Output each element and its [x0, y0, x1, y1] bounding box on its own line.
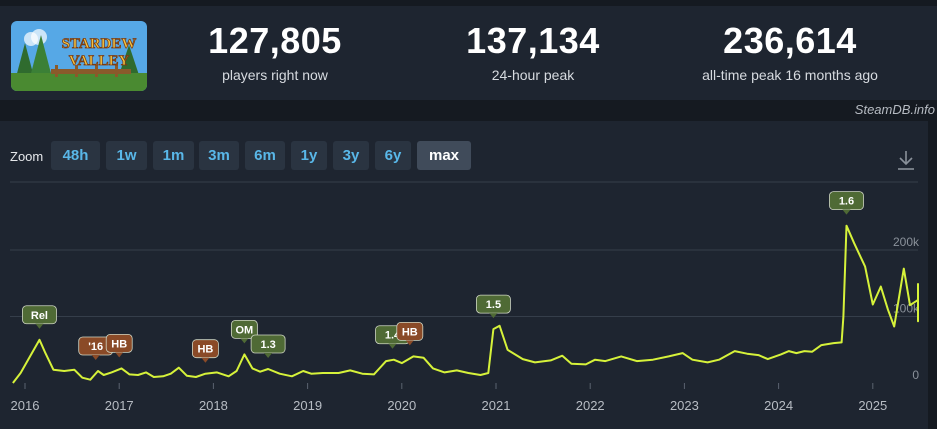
- annotation-label: 1.5: [486, 299, 501, 311]
- steamdb-credit[interactable]: SteamDB.info: [855, 102, 935, 117]
- x-tick-label: 2016: [11, 398, 40, 413]
- players-now-label: players right now: [222, 67, 328, 83]
- x-tick-label: 2021: [482, 398, 511, 413]
- x-tick-label: 2017: [105, 398, 134, 413]
- x-tick-label: 2022: [576, 398, 605, 413]
- x-tick-label: 2018: [199, 398, 228, 413]
- x-tick-label: 2023: [670, 398, 699, 413]
- day-peak-label: 24-hour peak: [491, 67, 575, 83]
- annotation-label: 1.3: [260, 339, 275, 351]
- annotation-pointer: [91, 355, 100, 361]
- annotation-pointer: [35, 323, 44, 329]
- annotation-pointer: [201, 357, 210, 363]
- game-logo[interactable]: STARDEW VALLEY: [11, 21, 147, 91]
- players-now-stat: 127,805 players right now: [160, 6, 390, 100]
- player-count-chart: 0100k200k2016 2017 2018 2019 2020 2021 2022 202…: [10, 181, 920, 413]
- svg-text:STARDEW: STARDEW: [62, 36, 137, 52]
- x-tick-label: 2020: [387, 398, 416, 413]
- annotation-pointer: [115, 352, 124, 358]
- x-tick-label: 2025: [858, 398, 887, 413]
- annotation-label: HB: [111, 338, 127, 350]
- day-peak-value: 137,134: [466, 20, 600, 61]
- all-time-peak-stat: 236,614 all-time peak 16 months ago: [670, 6, 910, 100]
- y-tick-label: 0: [912, 368, 919, 382]
- day-peak-stat: 137,134 24-hour peak: [418, 6, 648, 100]
- stats-bar: STARDEW VALLEY 127,805 players right now…: [0, 6, 937, 100]
- x-tick-label: 2019: [293, 398, 322, 413]
- y-tick-label: 200k: [893, 235, 920, 249]
- annotation-label: Rel: [31, 310, 48, 322]
- annotation-pointer: [388, 343, 397, 349]
- annotation-label: 1.6: [839, 196, 854, 208]
- annotation-pointer: [240, 338, 249, 344]
- game-logo-art: STARDEW VALLEY: [11, 21, 147, 91]
- annotation-label: HB: [402, 326, 418, 338]
- players-now-value: 127,805: [208, 20, 342, 61]
- all-time-peak-value: 236,614: [723, 20, 857, 61]
- x-tick-label: 2024: [764, 398, 793, 413]
- player-chart-panel: Zoom 48h 1w 1m 3m 6m 1y 3y 6y max 0 100k 2…: [0, 121, 928, 429]
- player-count-line: [12, 224, 919, 384]
- svg-text:VALLEY: VALLEY: [69, 53, 130, 69]
- annotation-label: '16: [88, 341, 103, 353]
- annotation-pointer: [842, 209, 851, 215]
- annotation-label: OM: [236, 324, 254, 336]
- all-time-peak-label: all-time peak 16 months ago: [702, 67, 878, 83]
- annotation-label: HB: [197, 344, 213, 356]
- annotation-pointer: [264, 353, 273, 359]
- annotation-pointer: [489, 313, 498, 319]
